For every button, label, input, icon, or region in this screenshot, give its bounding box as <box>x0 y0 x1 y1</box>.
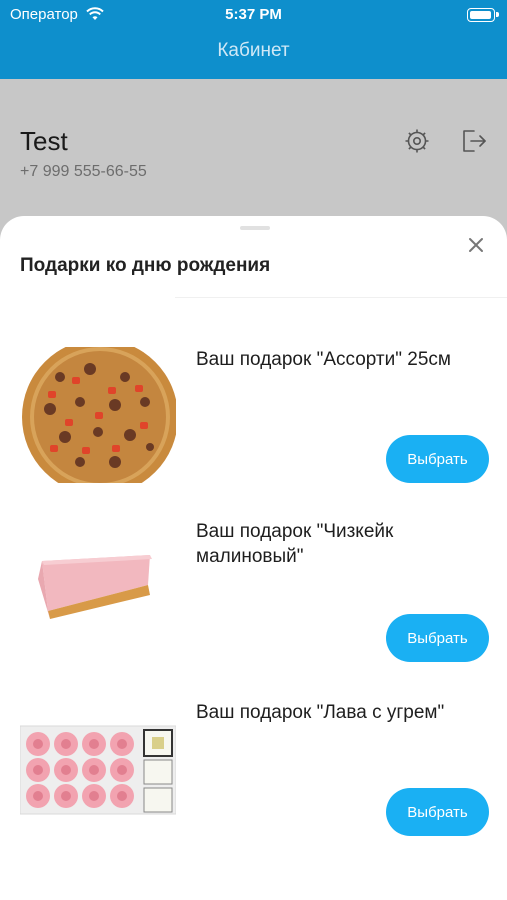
gifts-bottom-sheet: Подарки ко дню рождения Ваш подарок "Асс… <box>0 216 507 900</box>
choose-button[interactable]: Выбрать <box>386 614 489 662</box>
gift-image-pizza <box>22 347 176 483</box>
clock: 5:37 PM <box>225 6 282 23</box>
choose-button[interactable]: Выбрать <box>386 435 489 483</box>
close-icon <box>469 238 483 252</box>
profile-name: Test <box>20 126 68 156</box>
sheet-title: Подарки ко дню рождения <box>20 255 271 276</box>
close-button[interactable] <box>465 234 487 256</box>
settings-button[interactable] <box>402 126 432 156</box>
divider <box>175 297 507 298</box>
battery-icon <box>467 8 499 22</box>
logout-button[interactable] <box>458 126 488 156</box>
choose-button[interactable]: Выбрать <box>386 788 489 836</box>
gift-title: Ваш подарок "Лава с угрем" <box>196 702 445 723</box>
logout-icon <box>463 130 486 152</box>
gift-item: Ваш подарок "Ассорти" 25см Выбрать <box>0 347 507 507</box>
page-title: Кабинет <box>217 40 290 61</box>
gear-icon <box>405 129 429 153</box>
gift-title: Ваш подарок "Чизкейк малиновый" <box>196 521 394 567</box>
status-bar: Оператор 5:37 PM <box>0 6 507 24</box>
app-header: Оператор 5:37 PM Кабинет <box>0 0 507 79</box>
gift-image-sushi-rolls <box>20 725 176 815</box>
sheet-grabber[interactable] <box>240 226 270 230</box>
gift-item: Ваш подарок "Чизкейк малиновый" Выбрать <box>0 519 507 679</box>
profile-phone: +7 999 555-66-55 <box>20 163 147 180</box>
gift-image-cheesecake <box>38 555 152 619</box>
gift-item: Ваш подарок "Лава с угрем" Выбрать <box>0 700 507 860</box>
gift-title: Ваш подарок "Ассорти" 25см <box>196 349 451 370</box>
